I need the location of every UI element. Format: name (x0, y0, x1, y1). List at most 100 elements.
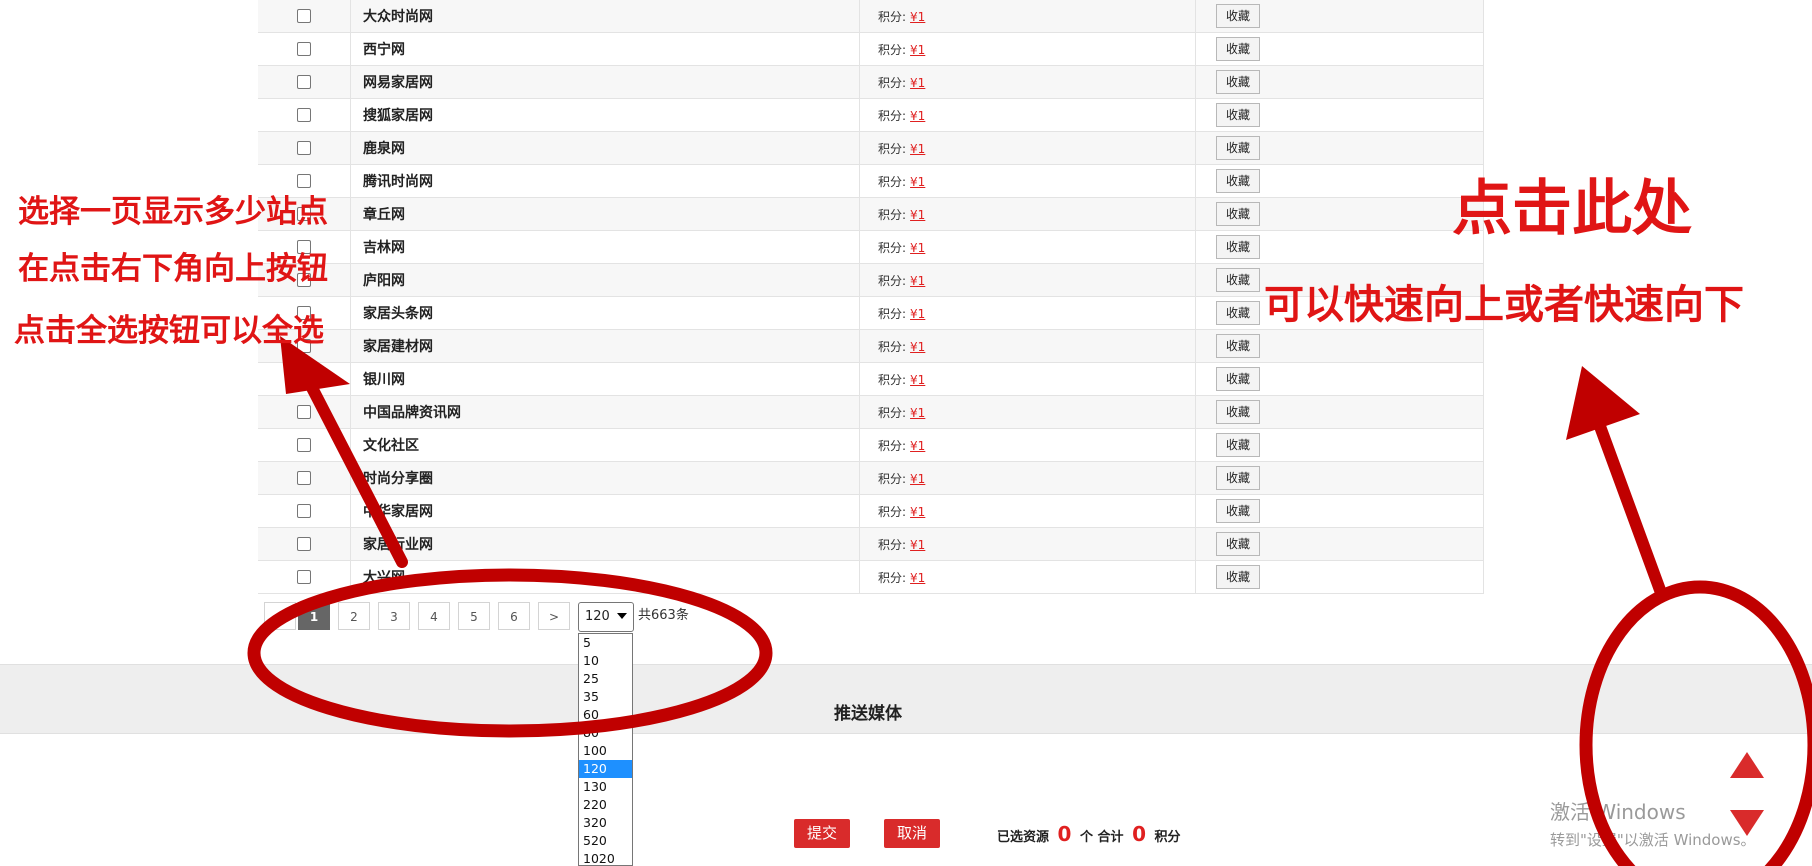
row-checkbox-cell (258, 131, 351, 165)
row-checkbox[interactable] (297, 438, 311, 452)
favorite-button[interactable]: 收藏 (1216, 433, 1261, 457)
annotation-right-title: 点击此处 (1452, 174, 1692, 244)
price-link[interactable]: ¥1 (910, 274, 925, 288)
per-page-option[interactable]: 5 (579, 634, 632, 652)
row-checkbox[interactable] (297, 75, 311, 89)
page-button-1[interactable]: 1 (298, 602, 330, 630)
site-name: 家居行业网 (350, 527, 860, 561)
per-page-option[interactable]: 220 (579, 796, 632, 814)
price-link[interactable]: ¥1 (910, 571, 925, 585)
annotation-left-1: 选择一页显示多少站点 (18, 194, 328, 230)
row-checkbox-cell (258, 461, 351, 495)
favorite-button[interactable]: 收藏 (1216, 103, 1261, 127)
per-page-option[interactable]: 1020 (579, 850, 632, 865)
page-button-2[interactable]: 2 (338, 602, 370, 630)
price-link[interactable]: ¥1 (910, 505, 925, 519)
cancel-button[interactable]: 取消 (884, 819, 941, 848)
row-checkbox[interactable] (297, 537, 311, 551)
row-checkbox[interactable] (297, 405, 311, 419)
price-link[interactable]: ¥1 (910, 208, 925, 222)
watermark-line-1: 激活 Windows (1550, 800, 1686, 824)
chevron-down-icon (617, 613, 627, 619)
row-checkbox[interactable] (297, 42, 311, 56)
row-checkbox[interactable] (297, 471, 311, 485)
price-link[interactable]: ¥1 (910, 175, 925, 189)
table-row: 中华家居网 积分: ¥1 收藏 (258, 494, 1484, 528)
page-first-button[interactable] (264, 602, 296, 630)
per-page-option[interactable]: 35 (579, 688, 632, 706)
table-row: 腾讯时尚网 积分: ¥1 收藏 (258, 164, 1484, 198)
points-cell: 积分: ¥1 (859, 65, 1196, 99)
price-link[interactable]: ¥1 (910, 340, 925, 354)
row-checkbox[interactable] (297, 372, 311, 386)
per-page-select[interactable]: 120 (578, 602, 634, 632)
price-link[interactable]: ¥1 (910, 10, 925, 24)
favorite-button[interactable]: 收藏 (1216, 70, 1261, 94)
site-name: 腾讯时尚网 (350, 164, 860, 198)
favorite-button[interactable]: 收藏 (1216, 202, 1261, 226)
favorite-button[interactable]: 收藏 (1216, 334, 1261, 358)
price-link[interactable]: ¥1 (910, 472, 925, 486)
points-cell: 积分: ¥1 (859, 0, 1196, 33)
row-checkbox-cell (258, 428, 351, 462)
row-checkbox[interactable] (297, 141, 311, 155)
per-page-option[interactable]: 10 (579, 652, 632, 670)
action-cell: 收藏 (1195, 131, 1484, 165)
per-page-option[interactable]: 320 (579, 814, 632, 832)
row-checkbox[interactable] (297, 504, 311, 518)
total-count: 共663条 (638, 608, 689, 623)
site-name: 网易家居网 (350, 65, 860, 99)
scroll-up-icon[interactable] (1728, 750, 1766, 780)
price-link[interactable]: ¥1 (910, 373, 925, 387)
price-link[interactable]: ¥1 (910, 241, 925, 255)
favorite-button[interactable]: 收藏 (1216, 400, 1261, 424)
per-page-dropdown[interactable]: 5 10 25 35 60 80 100 120 130 220 320 520 1020 (578, 633, 633, 866)
points-cell: 积分: ¥1 (859, 494, 1196, 528)
price-link[interactable]: ¥1 (910, 307, 925, 321)
page-button-5[interactable]: 5 (458, 602, 490, 630)
price-link[interactable]: ¥1 (910, 76, 925, 90)
points-cell: 积分: ¥1 (859, 560, 1196, 594)
price-link[interactable]: ¥1 (910, 43, 925, 57)
price-link[interactable]: ¥1 (910, 142, 925, 156)
favorite-button[interactable]: 收藏 (1216, 268, 1261, 292)
next-page-button[interactable]: > (538, 602, 570, 630)
favorite-button[interactable]: 收藏 (1216, 235, 1261, 259)
row-checkbox[interactable] (297, 570, 311, 584)
per-page-option[interactable]: 80 (579, 724, 632, 742)
favorite-button[interactable]: 收藏 (1216, 499, 1261, 523)
favorite-button[interactable]: 收藏 (1216, 367, 1261, 391)
points-label: 积分: (878, 42, 907, 57)
points-cell: 积分: ¥1 (859, 164, 1196, 198)
per-page-option[interactable]: 120 (579, 760, 632, 778)
row-checkbox[interactable] (297, 9, 311, 23)
page-button-3[interactable]: 3 (378, 602, 410, 630)
row-checkbox[interactable] (297, 108, 311, 122)
row-checkbox-cell (258, 527, 351, 561)
action-cell: 收藏 (1195, 428, 1484, 462)
favorite-button[interactable]: 收藏 (1216, 565, 1261, 589)
annotation-left-3: 点击全选按钮可以全选 (14, 313, 324, 349)
per-page-option[interactable]: 60 (579, 706, 632, 724)
per-page-option[interactable]: 100 (579, 742, 632, 760)
per-page-option[interactable]: 25 (579, 670, 632, 688)
price-link[interactable]: ¥1 (910, 109, 925, 123)
per-page-option[interactable]: 520 (579, 832, 632, 850)
price-link[interactable]: ¥1 (910, 538, 925, 552)
page-button-4[interactable]: 4 (418, 602, 450, 630)
submit-button[interactable]: 提交 (794, 819, 851, 848)
favorite-button[interactable]: 收藏 (1216, 532, 1261, 556)
price-link[interactable]: ¥1 (910, 406, 925, 420)
scroll-down-icon[interactable] (1728, 808, 1766, 838)
favorite-button[interactable]: 收藏 (1216, 169, 1261, 193)
favorite-button[interactable]: 收藏 (1216, 136, 1261, 160)
favorite-button[interactable]: 收藏 (1216, 4, 1261, 28)
per-page-option[interactable]: 130 (579, 778, 632, 796)
favorite-button[interactable]: 收藏 (1216, 37, 1261, 61)
unit-label: 个 (1080, 830, 1094, 845)
page-button-6[interactable]: 6 (498, 602, 530, 630)
favorite-button[interactable]: 收藏 (1216, 466, 1261, 490)
favorite-button[interactable]: 收藏 (1216, 301, 1261, 325)
price-link[interactable]: ¥1 (910, 439, 925, 453)
points-cell: 积分: ¥1 (859, 98, 1196, 132)
